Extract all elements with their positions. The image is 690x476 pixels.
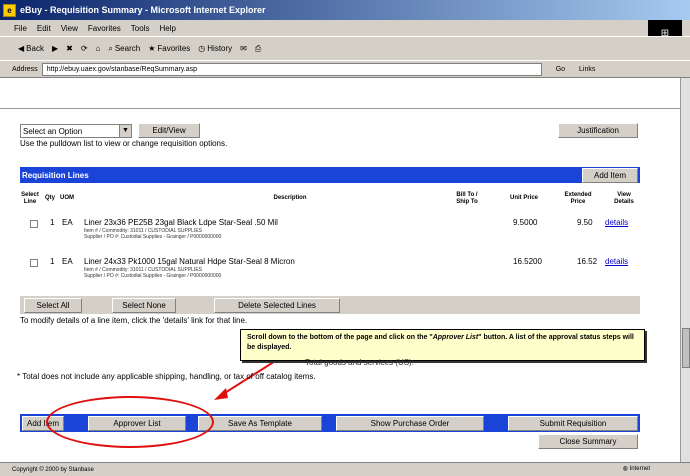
stop-icon[interactable]: ✖ <box>66 44 73 53</box>
col-description: Description <box>273 195 307 201</box>
links-button[interactable]: Links <box>579 66 595 73</box>
address-bar: Address http://ebuy.uaex.gov/stanbase/Re… <box>0 60 690 78</box>
search-button[interactable]: ⌕ Search <box>108 44 140 54</box>
history-button[interactable]: ◷ History <box>198 44 232 53</box>
menu-favorites[interactable]: Favorites <box>88 24 121 33</box>
line-unit-price: 9.5000 <box>513 218 538 227</box>
col-view: View Details <box>614 192 634 205</box>
back-arrow-icon: ◀ <box>18 44 25 53</box>
toolbar: ◀ Back ▶ ✖ ⟳ ⌂ ⌕ Search ★ Favorites ◷ Hi… <box>0 36 690 60</box>
line-supplier: Supplier / PO #: Custodial Supplies - Gr… <box>84 273 222 279</box>
print-icon[interactable]: ⎙ <box>255 44 261 54</box>
status-text: Copyright © 2000 by Stanbase <box>12 466 94 473</box>
menu-tools[interactable]: Tools <box>131 24 150 33</box>
totals-footnote: * Total does not include any applicable … <box>17 372 316 381</box>
callout-emphasis: Approver List <box>432 334 479 341</box>
address-input[interactable]: http://ebuy.uaex.gov/stanbase/ReqSummary… <box>41 62 542 76</box>
table-header: Select Line Qty UOM Description Bill To … <box>20 190 640 212</box>
window-title: eBuy - Requisition Summary - Microsoft I… <box>20 5 266 15</box>
instruction-callout: Scroll down to the bottom of the page an… <box>240 329 645 361</box>
line-checkbox[interactable] <box>30 220 38 228</box>
forward-arrow-icon[interactable]: ▶ <box>52 44 58 53</box>
address-label: Address <box>12 65 38 73</box>
menu-bar: File Edit View Favorites Tools Help <box>0 20 690 36</box>
requisition-lines-header: Requisition Lines <box>20 167 640 183</box>
back-button[interactable]: ◀ Back <box>18 44 44 53</box>
line-description: Liner 24x33 Pk1000 15gal Natural Hdpe St… <box>84 257 295 266</box>
col-uom: UOM <box>60 195 74 201</box>
table-row: 1 EA Liner 24x33 Pk1000 15gal Natural Hd… <box>20 255 640 285</box>
favorites-icon: ★ <box>148 44 156 53</box>
line-ext-price: 16.52 <box>577 257 598 266</box>
justification-button[interactable]: Justification <box>558 123 638 138</box>
go-button[interactable]: Go <box>556 66 565 73</box>
vertical-scrollbar[interactable] <box>680 78 690 462</box>
history-icon: ◷ <box>198 44 206 53</box>
menu-view[interactable]: View <box>61 24 78 33</box>
home-icon[interactable]: ⌂ <box>96 44 101 53</box>
save-as-template-button[interactable]: Save As Template <box>198 416 322 431</box>
chevron-down-icon: ▼ <box>119 125 131 137</box>
submit-requisition-button[interactable]: Submit Requisition <box>508 416 638 431</box>
status-bar: Copyright © 2000 by Stanbase ◍ Internet <box>0 462 690 476</box>
details-link[interactable]: details <box>605 218 628 227</box>
delete-selected-lines-button[interactable]: Delete Selected Lines <box>214 298 340 313</box>
details-link[interactable]: details <box>605 257 628 266</box>
section-title: Requisition Lines <box>22 170 89 180</box>
col-qty: Qty <box>44 195 55 201</box>
line-unit-price: 16.5200 <box>513 257 542 266</box>
edit-view-button[interactable]: Edit/View <box>138 123 200 138</box>
col-select: Select Line <box>21 192 39 205</box>
line-uom: EA <box>62 257 73 266</box>
total-goods-label: Total goods and services (US): <box>305 358 414 367</box>
window-title-bar: e eBuy - Requisition Summary - Microsoft… <box>0 0 690 20</box>
line-ext-price: 9.50 <box>577 218 593 227</box>
select-all-button[interactable]: Select All <box>24 298 82 313</box>
select-none-button[interactable]: Select None <box>112 298 176 313</box>
menu-edit[interactable]: Edit <box>37 24 51 33</box>
scrollbar-thumb[interactable] <box>682 328 690 368</box>
security-zone: ◍ Internet <box>622 466 650 472</box>
close-summary-button[interactable]: Close Summary <box>538 434 638 449</box>
col-unit-price: Unit Price <box>509 195 538 201</box>
divider <box>0 108 680 109</box>
options-hint: Use the pulldown list to view or change … <box>20 139 228 148</box>
table-row: 1 EA Liner 23x36 PE25B 23gal Black Ldpe … <box>20 216 640 246</box>
address-url: http://ebuy.uaex.gov/stanbase/ReqSummary… <box>46 65 198 73</box>
search-icon: ⌕ <box>108 43 113 53</box>
globe-icon: ◍ <box>622 466 628 472</box>
col-billto: Bill To / Ship To <box>456 192 478 205</box>
line-uom: EA <box>62 218 73 227</box>
menu-help[interactable]: Help <box>159 24 175 33</box>
line-supplier: Supplier / PO #: Custodial Supplies - Gr… <box>84 234 222 240</box>
line-qty: 1 <box>50 257 55 266</box>
mail-icon[interactable]: ✉ <box>240 44 247 53</box>
options-select[interactable]: Select an Option ▼ <box>20 124 132 138</box>
show-purchase-order-button[interactable]: Show Purchase Order <box>336 416 484 431</box>
line-actions-hint: To modify details of a line item, click … <box>20 316 248 325</box>
line-qty: 1 <box>50 218 55 227</box>
line-description: Liner 23x36 PE25B 23gal Black Ldpe Star-… <box>84 218 278 227</box>
add-item-button[interactable]: Add Item <box>582 168 638 183</box>
menu-file[interactable]: File <box>14 24 27 33</box>
highlight-circle <box>46 396 214 448</box>
page-content: Select an Option ▼ Edit/View Justificati… <box>0 78 680 462</box>
col-ext-price: Extended Price <box>564 192 592 205</box>
line-checkbox[interactable] <box>30 259 38 267</box>
ie-icon: e <box>3 3 16 17</box>
favorites-button[interactable]: ★ Favorites <box>148 44 190 53</box>
refresh-icon[interactable]: ⟳ <box>81 44 88 53</box>
